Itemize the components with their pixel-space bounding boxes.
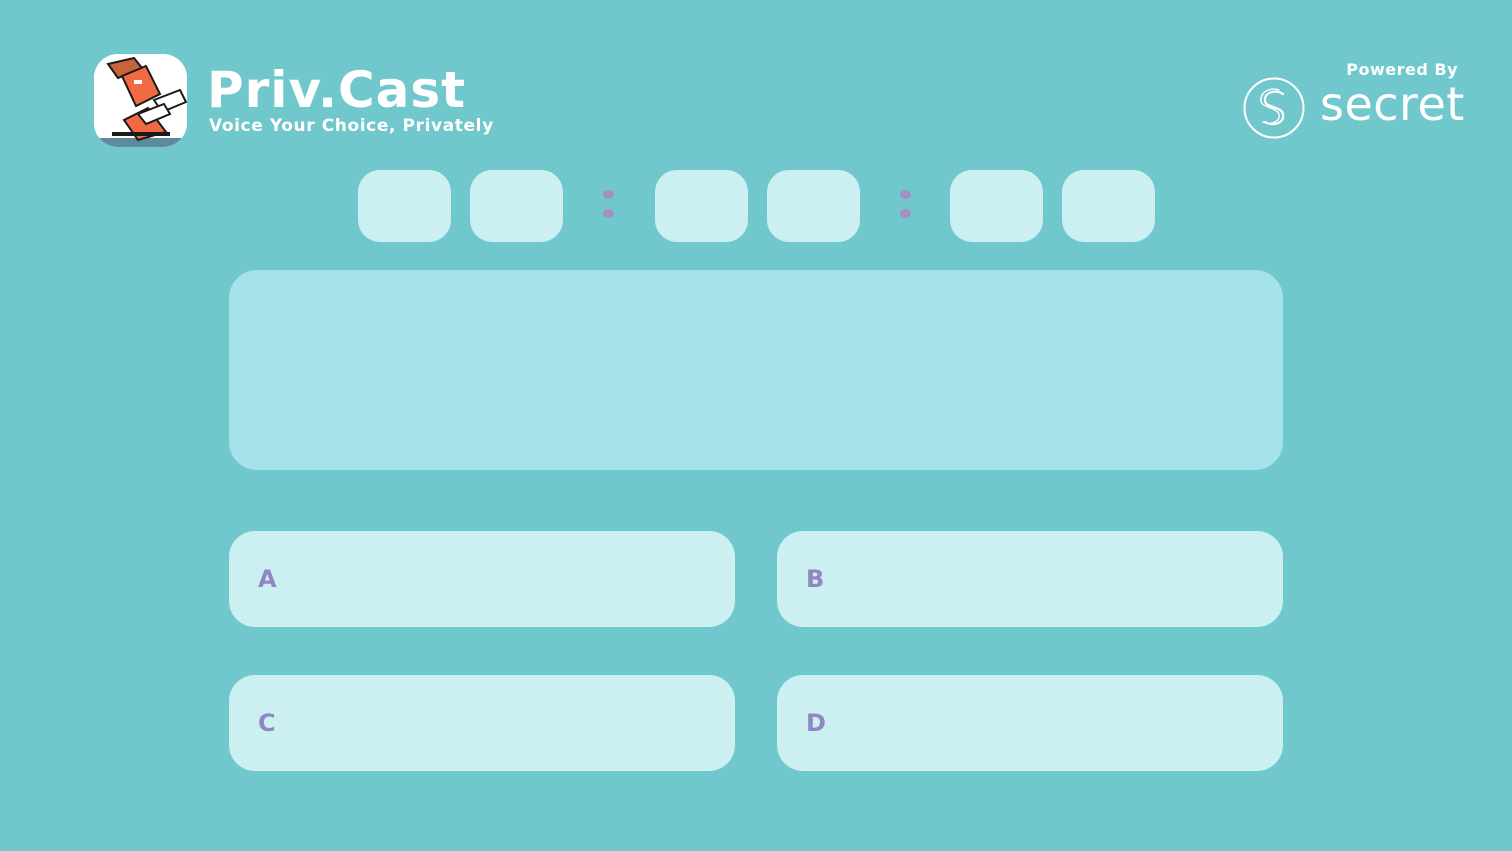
option-letter: A [258,565,277,593]
timer-digit-minutes-ones [767,170,860,242]
countdown-timer [358,170,1155,242]
option-a-button[interactable]: A [229,531,735,627]
option-c-button[interactable]: C [229,675,735,771]
timer-separator [603,170,615,242]
app-title: Priv.Cast [207,61,467,119]
timer-digit-minutes-tens [655,170,748,242]
timer-separator [900,170,912,242]
option-letter: D [806,709,826,737]
option-b-button[interactable]: B [777,531,1283,627]
timer-digit-seconds-ones [1062,170,1155,242]
timer-digit-hours-tens [358,170,451,242]
timer-digit-hours-ones [470,170,563,242]
app-tagline: Voice Your Choice, Privately [209,116,494,136]
question-card [229,270,1283,470]
timer-digit-seconds-tens [950,170,1043,242]
option-letter: C [258,709,276,737]
secret-network-icon [1243,77,1305,139]
option-letter: B [806,565,825,593]
app-logo [94,54,187,147]
partner-name: secret [1320,77,1465,131]
option-d-button[interactable]: D [777,675,1283,771]
ballot-hands-icon [94,54,187,147]
